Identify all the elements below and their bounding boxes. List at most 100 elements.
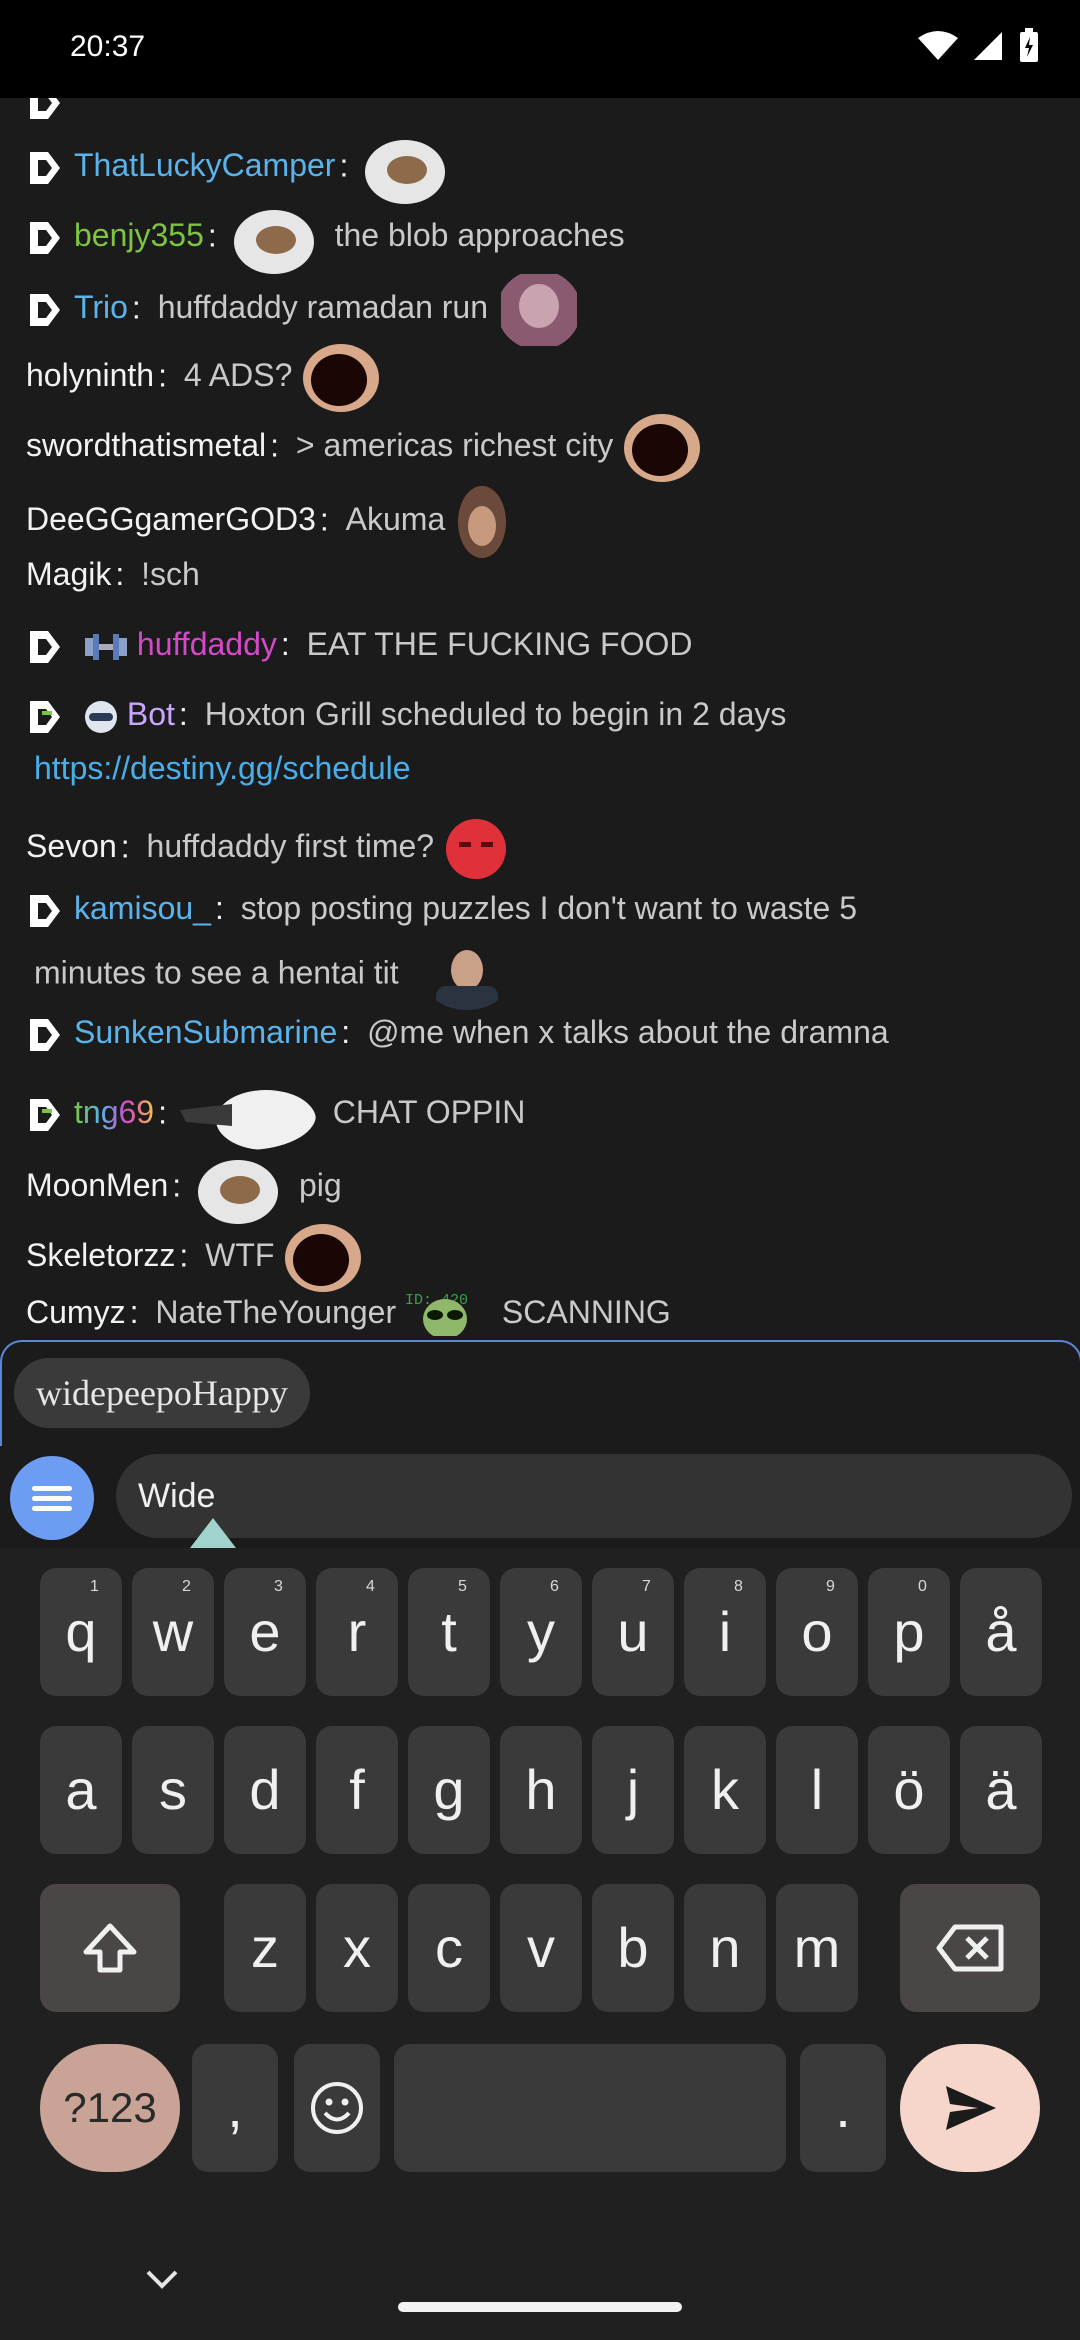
subscriber-badge-icon: [30, 222, 60, 254]
menu-icon-line: [32, 1486, 72, 1491]
key-y[interactable]: y: [500, 1568, 582, 1696]
space-key[interactable]: [394, 2044, 786, 2172]
hide-keyboard-chevron-icon[interactable]: [144, 2268, 180, 2290]
key-l[interactable]: l: [776, 1726, 858, 1854]
chat-username[interactable]: SunkenSubmarine: [74, 1014, 337, 1050]
chat-username[interactable]: benjy355: [74, 217, 204, 253]
key-q[interactable]: q: [40, 1568, 122, 1696]
chat-text: @me when x talks about the dramna: [367, 1014, 889, 1050]
chat-text: huffdaddy first time?: [146, 828, 435, 865]
emoji-icon: [311, 2082, 363, 2134]
chat-username[interactable]: Magik: [26, 556, 111, 592]
key-p[interactable]: p: [868, 1568, 950, 1696]
key-g[interactable]: g: [408, 1726, 490, 1854]
hole-emote-icon: [303, 344, 380, 412]
subscriber-badge-icon: [30, 294, 60, 326]
key-e[interactable]: e: [224, 1568, 306, 1696]
key-s[interactable]: s: [132, 1726, 214, 1854]
key-o[interactable]: o: [776, 1568, 858, 1696]
key-f[interactable]: f: [316, 1726, 398, 1854]
bot-badge-icon: [30, 700, 60, 733]
person-emote-icon: [435, 950, 498, 1010]
chat-username[interactable]: huffdaddy: [137, 626, 277, 662]
chat-username[interactable]: tng69: [74, 1094, 154, 1130]
key-z[interactable]: z: [224, 1884, 306, 2012]
chat-message: Cumyz: NateTheYounger ID: 420 SCANNING: [26, 1290, 671, 1336]
key-a[interactable]: a: [40, 1726, 122, 1854]
pepe-emote-icon: [233, 210, 314, 274]
chat-username[interactable]: Bot: [127, 696, 175, 732]
subscriber-badge-icon: [30, 152, 60, 184]
chat-message: DeeGGgamerGOD3: Akuma: [26, 482, 510, 562]
subscriber-badge-icon: [30, 894, 60, 927]
chat-message: SunkenSubmarine: @me when x talks about …: [26, 1010, 889, 1055]
dumbbell-icon: [84, 633, 127, 660]
key-u[interactable]: u: [592, 1568, 674, 1696]
chat-text: EAT THE FUCKING FOOD: [306, 626, 693, 662]
angry-emote-icon: [445, 819, 506, 879]
backspace-key[interactable]: [900, 1884, 1040, 2012]
face-emote-icon: [458, 486, 507, 558]
menu-icon-line: [32, 1496, 72, 1501]
chat-text: stop posting puzzles I don't want to was…: [240, 890, 857, 926]
key-t[interactable]: t: [408, 1568, 490, 1696]
chat-text: CHAT OPPIN: [332, 1094, 526, 1131]
key-c[interactable]: c: [408, 1884, 490, 2012]
chat-message: huffdaddy: EAT THE FUCKING FOOD: [26, 622, 692, 667]
key-d[interactable]: d: [224, 1726, 306, 1854]
comma-key[interactable]: ,: [192, 2044, 278, 2172]
schedule-link[interactable]: https://destiny.gg/schedule: [34, 750, 411, 786]
chat-message: Bot: Hoxton Grill scheduled to begin in …: [26, 692, 786, 737]
key-hint-number: 9: [826, 1578, 835, 1595]
chat-text: > americas richest city: [295, 427, 614, 464]
chat-username[interactable]: MoonMen: [26, 1167, 168, 1203]
chat-username[interactable]: Cumyz: [26, 1294, 126, 1330]
key-k[interactable]: k: [684, 1726, 766, 1854]
chat-username[interactable]: ThatLuckyCamper: [74, 147, 335, 183]
chat-username[interactable]: DeeGGgamerGOD3: [26, 501, 316, 537]
key-å[interactable]: å: [960, 1568, 1042, 1696]
shift-key[interactable]: [40, 1884, 180, 2012]
key-x[interactable]: x: [316, 1884, 398, 2012]
key-j[interactable]: j: [592, 1726, 674, 1854]
suggestion-chip[interactable]: widepeepoHappy: [14, 1358, 310, 1428]
key-hint-number: 0: [918, 1578, 927, 1595]
chat-username[interactable]: Trio: [74, 289, 128, 325]
key-v[interactable]: v: [500, 1884, 582, 2012]
input-row: [0, 1446, 1080, 1548]
chat-message: Sevon: huffdaddy first time?: [26, 816, 509, 882]
subscriber-badge-icon: [30, 1099, 60, 1131]
chat-log[interactable]: ThatLuckyCamper: benjy355: the blob appr…: [0, 98, 1080, 1336]
key-hint-number: 6: [550, 1578, 559, 1595]
pepe-emote-icon: [365, 140, 446, 204]
symbols-key[interactable]: ?123: [40, 2044, 180, 2172]
chat-text: huffdaddy ramadan run: [157, 289, 489, 326]
chat-message: swordthatismetal: > americas richest cit…: [26, 410, 702, 486]
menu-button[interactable]: [10, 1456, 94, 1540]
chat-username[interactable]: Skeletorzz: [26, 1237, 175, 1273]
key-h[interactable]: h: [500, 1726, 582, 1854]
chat-message: Trio: huffdaddy ramadan run: [26, 270, 581, 350]
key-i[interactable]: i: [684, 1568, 766, 1696]
key-r[interactable]: r: [316, 1568, 398, 1696]
status-icons: [918, 28, 1040, 64]
key-n[interactable]: n: [684, 1884, 766, 2012]
message-input[interactable]: [116, 1454, 1072, 1538]
gesture-nav-bar[interactable]: [398, 2302, 682, 2312]
key-b[interactable]: b: [592, 1884, 674, 2012]
chat-username[interactable]: Sevon: [26, 828, 117, 864]
alien-face-icon: [423, 1298, 468, 1336]
period-key[interactable]: .: [800, 2044, 886, 2172]
key-hint-number: 5: [458, 1578, 467, 1595]
emoji-key[interactable]: [294, 2044, 380, 2172]
key-w[interactable]: w: [132, 1568, 214, 1696]
chat-username[interactable]: swordthatismetal: [26, 427, 266, 463]
send-key[interactable]: [900, 2044, 1040, 2172]
chat-username[interactable]: holyninth: [26, 357, 154, 393]
chat-text: WTF: [205, 1237, 275, 1274]
key-ä[interactable]: ä: [960, 1726, 1042, 1854]
chat-username[interactable]: kamisou_: [74, 890, 211, 926]
key-ö[interactable]: ö: [868, 1726, 950, 1854]
key-m[interactable]: m: [776, 1884, 858, 2012]
wifi-icon: [918, 31, 958, 60]
